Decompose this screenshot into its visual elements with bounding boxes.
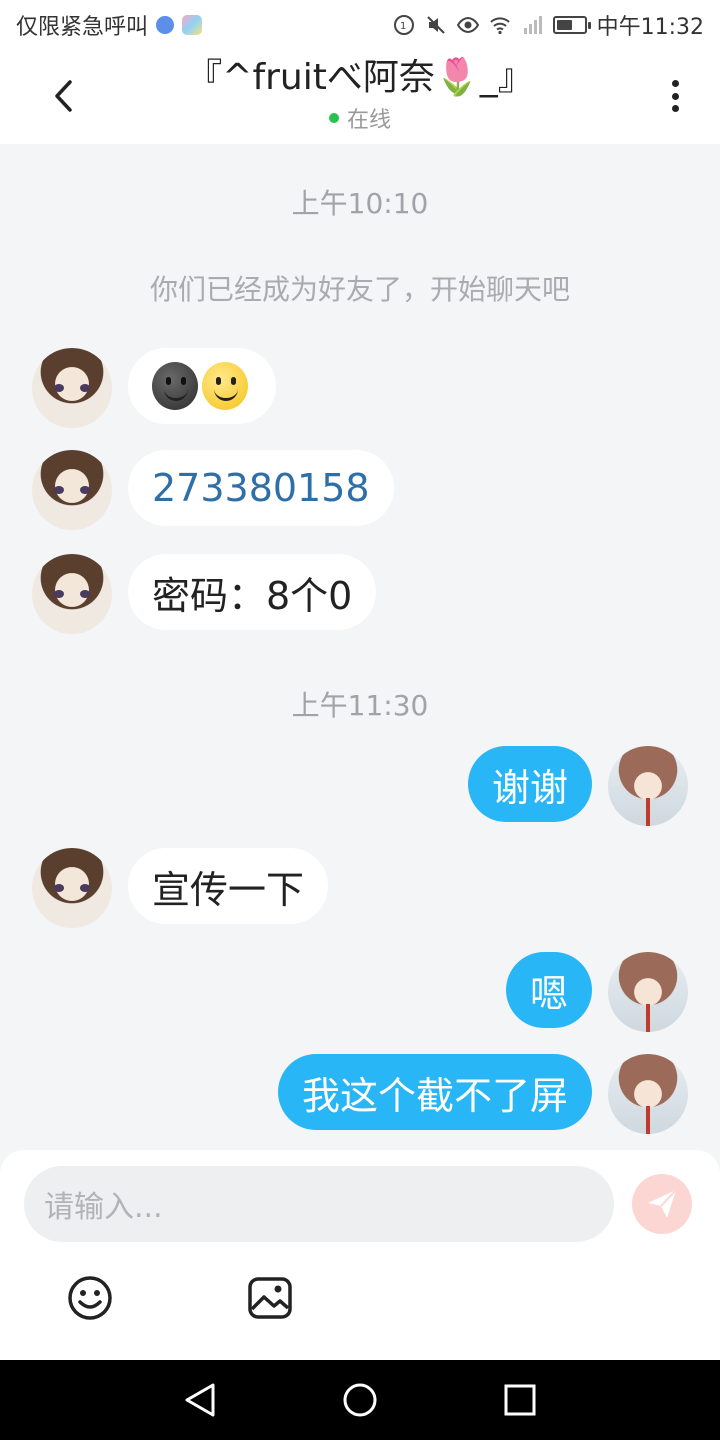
image-icon: [248, 1277, 292, 1319]
battery-icon: [552, 16, 591, 34]
eye-icon: [456, 16, 479, 34]
message-text: 我这个截不了屏: [301, 1073, 568, 1118]
emoji-button[interactable]: [66, 1274, 114, 1322]
my-avatar[interactable]: [608, 1054, 688, 1134]
online-status: 在线: [328, 102, 391, 134]
message-bubble-incoming[interactable]: [128, 348, 276, 424]
message-bubble-incoming[interactable]: 宣传一下: [128, 848, 329, 924]
system-notice: 你们已经成为好友了，开始聊天吧: [149, 273, 570, 306]
wifi-icon: [489, 17, 510, 35]
smiley-emoji-icon: [202, 362, 248, 410]
contact-name: 『^fruitべ阿奈🌷_』: [186, 57, 534, 98]
online-status-label: 在线: [346, 108, 391, 133]
app-icon: [182, 15, 203, 35]
data-icon: 1: [393, 15, 414, 35]
mute-icon: [426, 16, 445, 34]
back-icon: [55, 80, 72, 112]
nav-recents-icon: [504, 1384, 536, 1416]
contact-avatar[interactable]: [32, 554, 112, 634]
status-time: 中午11:32: [596, 15, 704, 40]
contact-avatar[interactable]: [32, 348, 112, 428]
message-bubble-outgoing[interactable]: 嗯: [505, 952, 592, 1028]
message-bubble-outgoing[interactable]: 谢谢: [467, 746, 592, 822]
composer: 请输入...: [0, 1150, 720, 1360]
message-text: 谢谢: [491, 765, 568, 810]
svg-text:1: 1: [400, 21, 406, 32]
more-button[interactable]: [660, 76, 690, 116]
nav-back-icon: [185, 1383, 215, 1417]
status-bar: 仅限紧急呼叫 1 中午11:32: [0, 0, 720, 50]
online-dot-icon: [328, 113, 339, 123]
nav-home-button[interactable]: [340, 1380, 380, 1420]
signal-icon: [523, 16, 542, 34]
emoji-icon: [68, 1276, 112, 1320]
timestamp: 上午11:30: [291, 689, 429, 722]
chat-header: 『^fruitべ阿奈🌷_』 在线: [0, 50, 720, 144]
image-button[interactable]: [246, 1274, 294, 1322]
back-button[interactable]: [44, 76, 84, 116]
timestamp: 上午10:10: [291, 187, 429, 220]
send-button[interactable]: [632, 1174, 692, 1234]
carrier-text: 仅限紧急呼叫: [16, 15, 149, 40]
more-icon: [671, 80, 679, 87]
message-text: 嗯: [529, 971, 568, 1016]
nav-home-icon: [343, 1383, 377, 1417]
contact-avatar[interactable]: [32, 848, 112, 928]
browser-icon: [156, 16, 175, 34]
contact-avatar[interactable]: [32, 450, 112, 530]
dark-smiley-emoji-icon: [152, 362, 198, 410]
message-bubble-outgoing[interactable]: 我这个截不了屏: [277, 1054, 592, 1130]
send-icon: [648, 1189, 677, 1218]
system-nav-bar: [0, 1360, 720, 1440]
nav-recents-button[interactable]: [500, 1380, 540, 1420]
my-avatar[interactable]: [608, 952, 688, 1032]
my-avatar[interactable]: [608, 746, 688, 826]
message-bubble-incoming[interactable]: 273380158: [128, 450, 394, 526]
chat-area[interactable]: 上午10:10 你们已经成为好友了，开始聊天吧 273380158 密码：8个0…: [0, 144, 720, 1150]
message-input[interactable]: 请输入...: [24, 1166, 614, 1242]
message-text: 宣传一下: [152, 867, 305, 912]
message-text: 密码：8个0: [152, 573, 353, 618]
message-input-placeholder: 请输入...: [44, 1190, 163, 1225]
nav-back-button[interactable]: [180, 1380, 220, 1420]
message-text[interactable]: 273380158: [152, 466, 370, 510]
message-bubble-incoming[interactable]: 密码：8个0: [128, 554, 377, 630]
